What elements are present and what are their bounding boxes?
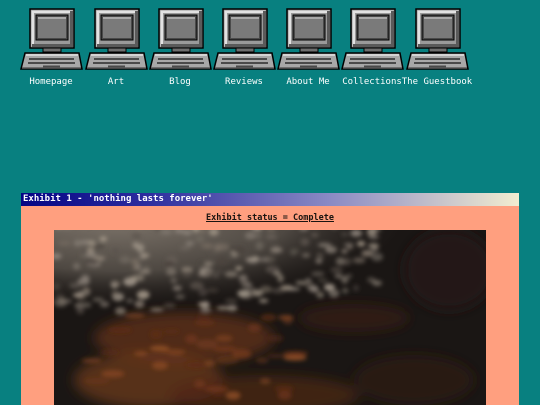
computer-icon[interactable] [19,8,83,71]
exhibit-status: Exhibit status = Complete [206,213,334,223]
computer-icon[interactable] [405,8,469,71]
nav-bar: Homepage Art Blog Reviews About Me Colle… [0,0,540,95]
nav-label-guestbook[interactable]: The Guestbook [391,77,483,87]
nav-item-guestbook[interactable]: The Guestbook [402,8,472,90]
exhibit-painting [54,230,486,405]
window-title: Exhibit 1 - 'nothing lasts forever' [21,193,519,206]
computer-icon[interactable] [276,8,340,71]
computer-icon[interactable] [84,8,148,71]
computer-icon[interactable] [212,8,276,71]
computer-icon[interactable] [340,8,404,71]
painting-image [54,230,486,405]
exhibit-window: Exhibit 1 - 'nothing lasts forever' Exhi… [21,193,519,405]
computer-icon[interactable] [148,8,212,71]
